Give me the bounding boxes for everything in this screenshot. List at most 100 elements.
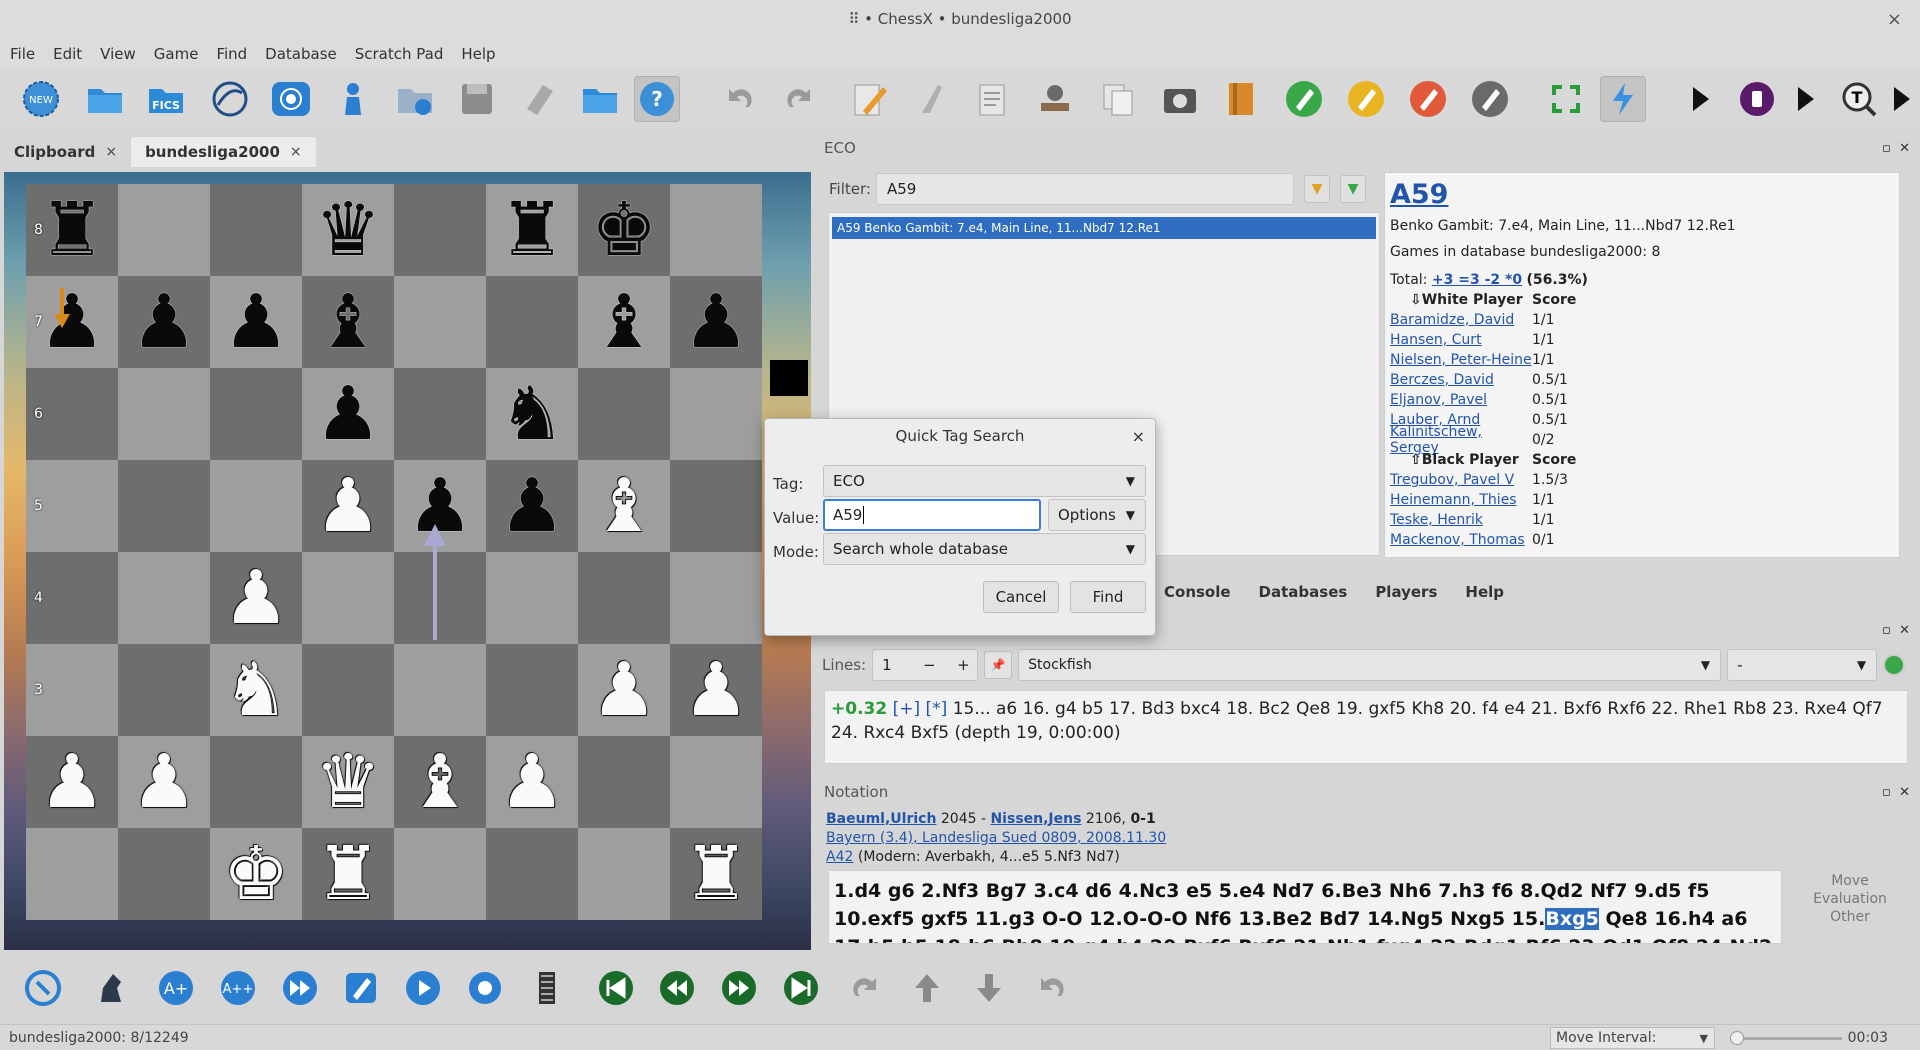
player-link[interactable]: Hansen, Curt (1390, 332, 1532, 348)
menu-view[interactable]: View (91, 45, 145, 63)
menu-edit[interactable]: Edit (44, 45, 91, 63)
window-close-button[interactable]: × (1887, 9, 1902, 30)
menu-find[interactable]: Find (207, 45, 256, 63)
panel-float-close-icon[interactable]: ▫ ✕ (1882, 623, 1910, 638)
tab-close-icon[interactable]: × (105, 144, 117, 160)
eco-link[interactable]: A42 (826, 849, 853, 865)
player-link[interactable]: Heinemann, Thies (1390, 492, 1532, 508)
stamp-icon[interactable] (1032, 76, 1078, 122)
cancel-button[interactable]: Cancel (983, 581, 1059, 613)
camera-icon[interactable] (1157, 76, 1203, 122)
annotate-a-plus-icon[interactable]: A+ (153, 965, 199, 1011)
open-url-icon[interactable] (392, 76, 438, 122)
eco-list-item[interactable]: A59 Benko Gambit: 7.e4, Main Line, 11...… (832, 217, 1376, 239)
tag-select[interactable]: ECO ▼ (823, 465, 1146, 497)
tab-console[interactable]: Console (1150, 583, 1245, 601)
help-icon[interactable]: ? (634, 76, 680, 122)
white-player-header[interactable]: ⇩White Player (1390, 292, 1532, 308)
engine-secondary-select[interactable]: - ▼ (1727, 649, 1878, 681)
eraser-icon[interactable] (516, 76, 562, 122)
white-player-link[interactable]: Baeuml,Ulrich (826, 811, 936, 827)
moves-text[interactable]: 1.d4 g6 2.Nf3 Bg7 3.c4 d6 4.Nc3 e5 5.e4 … (828, 870, 1782, 944)
eco-code-link[interactable]: A59 (1390, 179, 1894, 210)
player-link[interactable]: Baramidze, David (1390, 312, 1532, 328)
flip-board-icon[interactable] (20, 965, 66, 1011)
player-link[interactable]: Mackenov, Thomas (1390, 532, 1532, 548)
fullscreen-icon[interactable] (1543, 76, 1589, 122)
interval-slider[interactable] (1730, 1031, 1842, 1045)
play-second-icon[interactable] (1781, 76, 1827, 122)
eco-filter-input[interactable]: A59 (876, 173, 1294, 205)
red-pencil-icon[interactable] (1405, 76, 1451, 122)
undo-move-icon[interactable] (1028, 965, 1074, 1011)
mode-select[interactable]: Search whole database ▼ (823, 533, 1146, 565)
move-up-icon[interactable] (904, 965, 950, 1011)
lines-decrement-button[interactable]: − (923, 656, 936, 674)
lines-increment-button[interactable]: + (957, 656, 970, 674)
player-link[interactable]: Berczes, David (1390, 372, 1532, 388)
autoplay-icon[interactable] (277, 965, 323, 1011)
side-label-other[interactable]: Other (1785, 908, 1915, 926)
current-move[interactable]: Bxg5 (1545, 908, 1599, 930)
annotate-a-plus-plus-icon[interactable]: A++ (215, 965, 261, 1011)
gesture-icon[interactable] (907, 76, 953, 122)
next-move-icon[interactable] (716, 965, 762, 1011)
panel-float-close-icon[interactable]: ▫ ✕ (1882, 141, 1910, 156)
stop-icon[interactable] (1734, 76, 1780, 122)
tab-help[interactable]: Help (1451, 583, 1518, 601)
value-input[interactable]: A59 (823, 499, 1041, 531)
paste-list-icon[interactable] (969, 76, 1015, 122)
slider-handle[interactable] (1730, 1031, 1744, 1045)
side-label-move[interactable]: Move (1785, 872, 1915, 890)
first-move-icon[interactable] (593, 965, 639, 1011)
redo-icon[interactable] (777, 76, 823, 122)
folder-icon[interactable] (577, 76, 623, 122)
settings-gear-icon[interactable] (462, 965, 508, 1011)
add-line-link[interactable]: [+] (893, 699, 921, 719)
play-third-icon[interactable] (1884, 76, 1914, 122)
book-icon[interactable] (1218, 76, 1264, 122)
player-link[interactable]: Eljanov, Pavel (1390, 392, 1532, 408)
menu-database[interactable]: Database (256, 45, 346, 63)
move-interval-select[interactable]: Move Interval: ▼ (1550, 1027, 1715, 1049)
film-strip-icon[interactable] (524, 965, 570, 1011)
last-move-icon[interactable] (778, 965, 824, 1011)
player-link[interactable]: Nielsen, Peter-Heine (1390, 352, 1532, 368)
play-icon[interactable] (1676, 76, 1722, 122)
grey-pencil-icon[interactable] (1467, 76, 1513, 122)
green-pencil-icon[interactable] (1281, 76, 1327, 122)
engine-start-icon[interactable] (1883, 654, 1906, 676)
edit-board-icon[interactable] (338, 965, 384, 1011)
open-folder-icon[interactable] (82, 76, 128, 122)
black-player-header[interactable]: ⇧Black Player (1390, 452, 1532, 468)
user-piece-icon[interactable] (330, 76, 376, 122)
dialog-close-icon[interactable]: × (1132, 427, 1145, 446)
fics-icon[interactable]: FICS (143, 76, 189, 122)
edit-pencil-icon[interactable] (846, 76, 892, 122)
filter-clear-icon[interactable]: ▼ (1340, 175, 1366, 203)
event-link[interactable]: Bayern (3.4), Landesliga Sued 0809, 2008… (826, 830, 1166, 846)
add-variation-link[interactable]: [*] (926, 699, 948, 719)
knight-icon[interactable] (88, 965, 134, 1011)
play-in-circle-icon[interactable] (400, 965, 446, 1011)
tab-players[interactable]: Players (1361, 583, 1451, 601)
menu-help[interactable]: Help (452, 45, 504, 63)
panel-float-close-icon[interactable]: ▫ ✕ (1882, 785, 1910, 800)
previous-move-icon[interactable] (654, 965, 700, 1011)
find-button[interactable]: Find (1070, 581, 1146, 613)
pin-icon[interactable]: 📌 (984, 651, 1013, 679)
save-icon[interactable] (454, 76, 500, 122)
menu-file[interactable]: File (1, 45, 44, 63)
flash-icon[interactable] (1600, 76, 1646, 122)
tab-close-icon[interactable]: × (290, 144, 302, 160)
broadcast-icon[interactable] (268, 76, 314, 122)
menu-scratch-pad[interactable]: Scratch Pad (346, 45, 453, 63)
side-label-evaluation[interactable]: Evaluation (1785, 890, 1915, 908)
text-search-icon[interactable]: T (1836, 76, 1882, 122)
black-player-link[interactable]: Nissen,Jens (990, 811, 1081, 827)
total-score-link[interactable]: +3 =3 -2 *0 (1432, 272, 1522, 288)
menu-game[interactable]: Game (145, 45, 208, 63)
engine-select[interactable]: Stockfish ▼ (1018, 649, 1722, 681)
tab-databases[interactable]: Databases (1245, 583, 1362, 601)
player-link[interactable]: Tregubov, Pavel V (1390, 472, 1532, 488)
